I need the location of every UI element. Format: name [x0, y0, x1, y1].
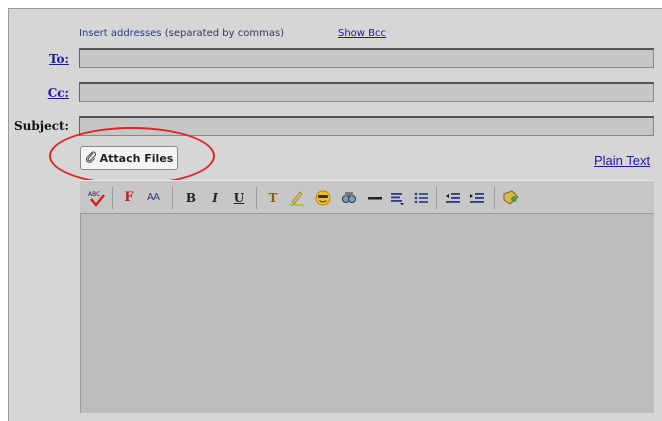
text-color-icon[interactable]: T [262, 189, 284, 207]
bold-icon[interactable]: B [180, 189, 202, 207]
font-face-glyph: F [124, 190, 134, 205]
toolbar-separator [256, 187, 257, 209]
stationery-icon[interactable] [500, 189, 522, 207]
horizontal-rule-icon[interactable] [364, 189, 386, 207]
insert-image-icon[interactable] [338, 189, 360, 207]
message-body-editor[interactable] [80, 214, 654, 413]
underline-glyph: U [233, 191, 245, 205]
align-icon[interactable] [386, 189, 408, 207]
plain-text-link[interactable]: Plain Text [594, 153, 650, 168]
address-hint: Insert addresses (separated by commas) [79, 28, 284, 39]
highlighter-icon[interactable] [286, 189, 308, 207]
toolbar-separator [436, 187, 437, 209]
bullet-list-icon[interactable] [410, 189, 432, 207]
to-address-book-link[interactable]: To: [9, 52, 69, 66]
subject-label: Subject: [13, 119, 69, 133]
italic-glyph: I [212, 191, 218, 205]
to-input[interactable] [79, 48, 654, 68]
highlight-ring [49, 127, 215, 185]
cc-input[interactable] [79, 82, 654, 102]
cc-address-book-link[interactable]: Cc: [9, 86, 69, 100]
formatting-toolbar: ABC F AA B I U T [80, 180, 654, 214]
font-size-glyph: AA [147, 192, 160, 203]
toolbar-separator [172, 187, 173, 209]
address-hint-prefix: Insert addresses [79, 28, 162, 39]
text-color-glyph: T [268, 191, 278, 205]
outdent-icon[interactable] [442, 189, 464, 207]
show-bcc-link[interactable]: Show Bcc [338, 28, 386, 39]
spellcheck-icon[interactable]: ABC [86, 189, 108, 207]
italic-icon[interactable]: I [204, 189, 226, 207]
indent-icon[interactable] [466, 189, 488, 207]
address-hint-suffix: (separated by commas) [164, 28, 285, 39]
font-size-icon[interactable]: AA [142, 189, 164, 207]
underline-icon[interactable]: U [228, 189, 250, 207]
toolbar-separator [112, 187, 113, 209]
bold-glyph: B [185, 191, 197, 205]
spellcheck-icon-text: ABC [88, 191, 100, 198]
toolbar-separator [494, 187, 495, 209]
font-face-icon[interactable]: F [118, 189, 140, 207]
emoticon-icon[interactable] [312, 189, 334, 207]
